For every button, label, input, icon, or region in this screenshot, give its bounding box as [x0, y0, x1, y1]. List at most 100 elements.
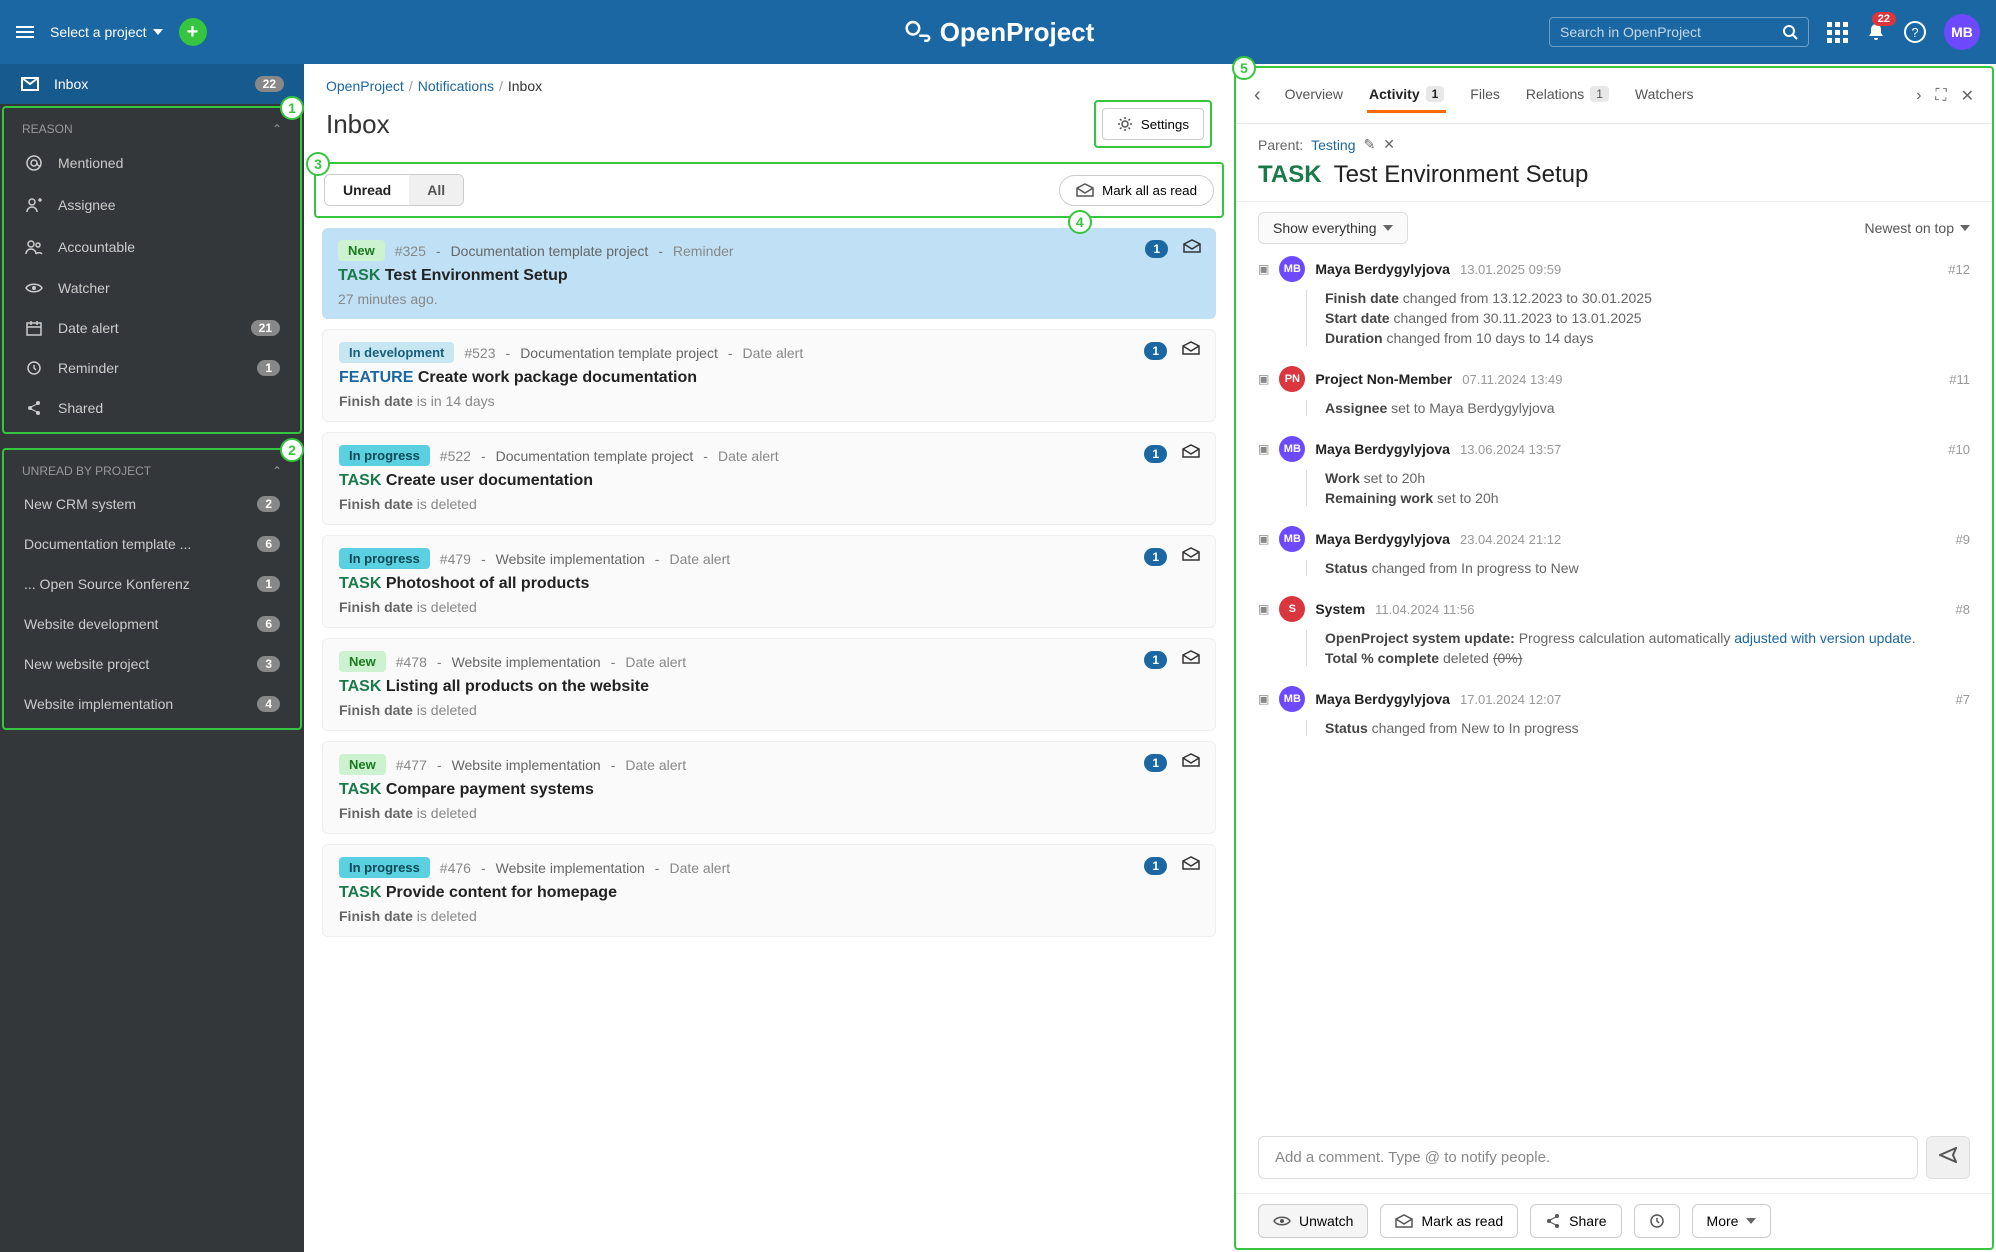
add-button[interactable]: + [179, 18, 207, 46]
mark-read-icon[interactable] [1181, 546, 1201, 562]
settings-button[interactable]: Settings [1102, 108, 1204, 140]
activity-user[interactable]: Project Non-Member [1315, 371, 1452, 387]
notification-card[interactable]: In progress #479 - Website implementatio… [322, 535, 1216, 628]
tab-watchers[interactable]: Watchers [1633, 78, 1696, 113]
fullscreen-icon[interactable]: ⛶ [1935, 87, 1946, 105]
inbox-icon [20, 77, 40, 91]
annotation-box-3: 3 Unread All Mark all as read [314, 162, 1224, 218]
breadcrumb-leaf: Inbox [508, 78, 542, 94]
annotation-box-2: 2 UNREAD BY PROJECT ⌃ New CRM system2Doc… [2, 448, 302, 730]
search-icon [1782, 24, 1798, 40]
tab-files[interactable]: Files [1468, 78, 1502, 113]
collapse-icon[interactable]: ▣ [1258, 532, 1269, 546]
notifications-bell[interactable]: 22 [1866, 22, 1886, 42]
breadcrumb-mid[interactable]: Notifications [418, 78, 494, 94]
activity-user[interactable]: System [1315, 601, 1365, 617]
project-selector[interactable]: Select a project [50, 24, 163, 40]
status-chip: New [338, 240, 385, 261]
search-box[interactable] [1549, 17, 1809, 47]
collapse-icon[interactable]: ▣ [1258, 442, 1269, 456]
tab-activity[interactable]: Activity 1 [1367, 78, 1446, 113]
collapse-icon[interactable]: ▣ [1258, 602, 1269, 616]
show-filter-button[interactable]: Show everything [1258, 212, 1408, 244]
sidebar-project[interactable]: New CRM system2 [4, 484, 300, 524]
tab-relations-count: 1 [1590, 86, 1609, 102]
sidebar-project[interactable]: New website project3 [4, 644, 300, 684]
send-button[interactable] [1926, 1136, 1970, 1179]
remove-parent-icon[interactable]: ✕ [1383, 136, 1395, 153]
sidebar-inbox[interactable]: Inbox 22 [0, 64, 304, 104]
activity-number: #10 [1948, 442, 1970, 457]
mark-read-icon[interactable] [1181, 649, 1201, 665]
activity-user[interactable]: Maya Berdygylyjova [1315, 441, 1450, 457]
notif-count-badge: 1 [1144, 342, 1167, 360]
status-chip: New [339, 651, 386, 672]
collapse-icon[interactable]: ▣ [1258, 262, 1269, 276]
sidebar-reason-shared[interactable]: Shared [4, 388, 300, 428]
mark-read-icon[interactable] [1181, 340, 1201, 356]
filter-tab-unread[interactable]: Unread [325, 175, 409, 205]
detail-back[interactable]: ‹ [1254, 84, 1261, 107]
notification-card[interactable]: In development #523 - Documentation temp… [322, 329, 1216, 422]
collapse-unread[interactable]: ⌃ [272, 464, 282, 478]
sidebar-reason-assignee[interactable]: Assignee [4, 184, 300, 226]
parent-link[interactable]: Testing [1311, 137, 1355, 153]
sidebar-reason-reminder[interactable]: Reminder1 [4, 348, 300, 388]
tab-overview[interactable]: Overview [1283, 78, 1345, 113]
sidebar-reason-watcher[interactable]: Watcher [4, 268, 300, 308]
sort-button[interactable]: Newest on top [1865, 212, 1971, 244]
notification-card[interactable]: New #325 - Documentation template projec… [322, 228, 1216, 319]
annotation-box-4: 4 Settings [1094, 100, 1212, 148]
logo-text: OpenProject [940, 17, 1095, 48]
collapse-icon[interactable]: ▣ [1258, 692, 1269, 706]
share-button[interactable]: Share [1530, 1204, 1621, 1238]
activity-user[interactable]: Maya Berdygylyjova [1315, 261, 1450, 277]
activity-number: #9 [1956, 532, 1970, 547]
activity-user[interactable]: Maya Berdygylyjova [1315, 691, 1450, 707]
notification-card[interactable]: In progress #476 - Website implementatio… [322, 844, 1216, 937]
comment-input[interactable]: Add a comment. Type @ to notify people. [1258, 1136, 1918, 1179]
apps-icon[interactable] [1827, 22, 1848, 43]
activity-avatar: MB [1279, 686, 1305, 712]
collapse-reason[interactable]: ⌃ [272, 122, 282, 136]
tab-relations[interactable]: Relations 1 [1524, 78, 1611, 113]
sidebar-reason-accountable[interactable]: Accountable [4, 226, 300, 268]
mark-read-button[interactable]: Mark as read [1380, 1204, 1518, 1238]
mark-read-icon[interactable] [1181, 752, 1201, 768]
more-button[interactable]: More [1692, 1204, 1772, 1238]
sidebar-project[interactable]: ... Open Source Konferenz1 [4, 564, 300, 604]
mark-all-read-button[interactable]: Mark all as read [1059, 175, 1214, 206]
filter-tab-all[interactable]: All [409, 175, 463, 205]
sidebar-reason-date-alert[interactable]: Date alert21 [4, 308, 300, 348]
activity-user[interactable]: Maya Berdygylyjova [1315, 531, 1450, 547]
close-icon[interactable]: ✕ [1961, 86, 1974, 106]
user-icon [24, 196, 44, 214]
sidebar-reason-mentioned[interactable]: Mentioned [4, 142, 300, 184]
annotation-number-1: 1 [280, 96, 304, 120]
sidebar-project[interactable]: Website implementation4 [4, 684, 300, 724]
mark-read-icon[interactable] [1181, 855, 1201, 871]
help-icon[interactable]: ? [1904, 21, 1926, 43]
notif-count-badge: 1 [1144, 548, 1167, 566]
collapse-icon[interactable]: ▣ [1258, 372, 1269, 386]
edit-parent-icon[interactable]: ✎ [1364, 136, 1376, 153]
notification-card[interactable]: In progress #522 - Documentation templat… [322, 432, 1216, 525]
mark-read-icon[interactable] [1182, 238, 1202, 254]
parent-label: Parent: [1258, 137, 1303, 153]
logo: OpenProject [902, 17, 1095, 48]
sidebar-project[interactable]: Website development6 [4, 604, 300, 644]
notification-card[interactable]: New #478 - Website implementation - Date… [322, 638, 1216, 731]
menu-toggle[interactable] [16, 26, 34, 38]
mark-read-icon[interactable] [1181, 443, 1201, 459]
detail-next[interactable]: › [1916, 87, 1921, 105]
notification-card[interactable]: New #477 - Website implementation - Date… [322, 741, 1216, 834]
chevron-down-icon [153, 29, 163, 35]
chevron-down-icon [1960, 225, 1970, 231]
breadcrumb-root[interactable]: OpenProject [326, 78, 404, 94]
unwatch-button[interactable]: Unwatch [1258, 1204, 1368, 1238]
sidebar-project[interactable]: Documentation template ...6 [4, 524, 300, 564]
annotation-box-1: 1 REASON ⌃ MentionedAssigneeAccountableW… [2, 106, 302, 434]
user-avatar[interactable]: MB [1944, 14, 1980, 50]
search-input[interactable] [1560, 24, 1774, 40]
reminder-button[interactable] [1634, 1204, 1680, 1238]
